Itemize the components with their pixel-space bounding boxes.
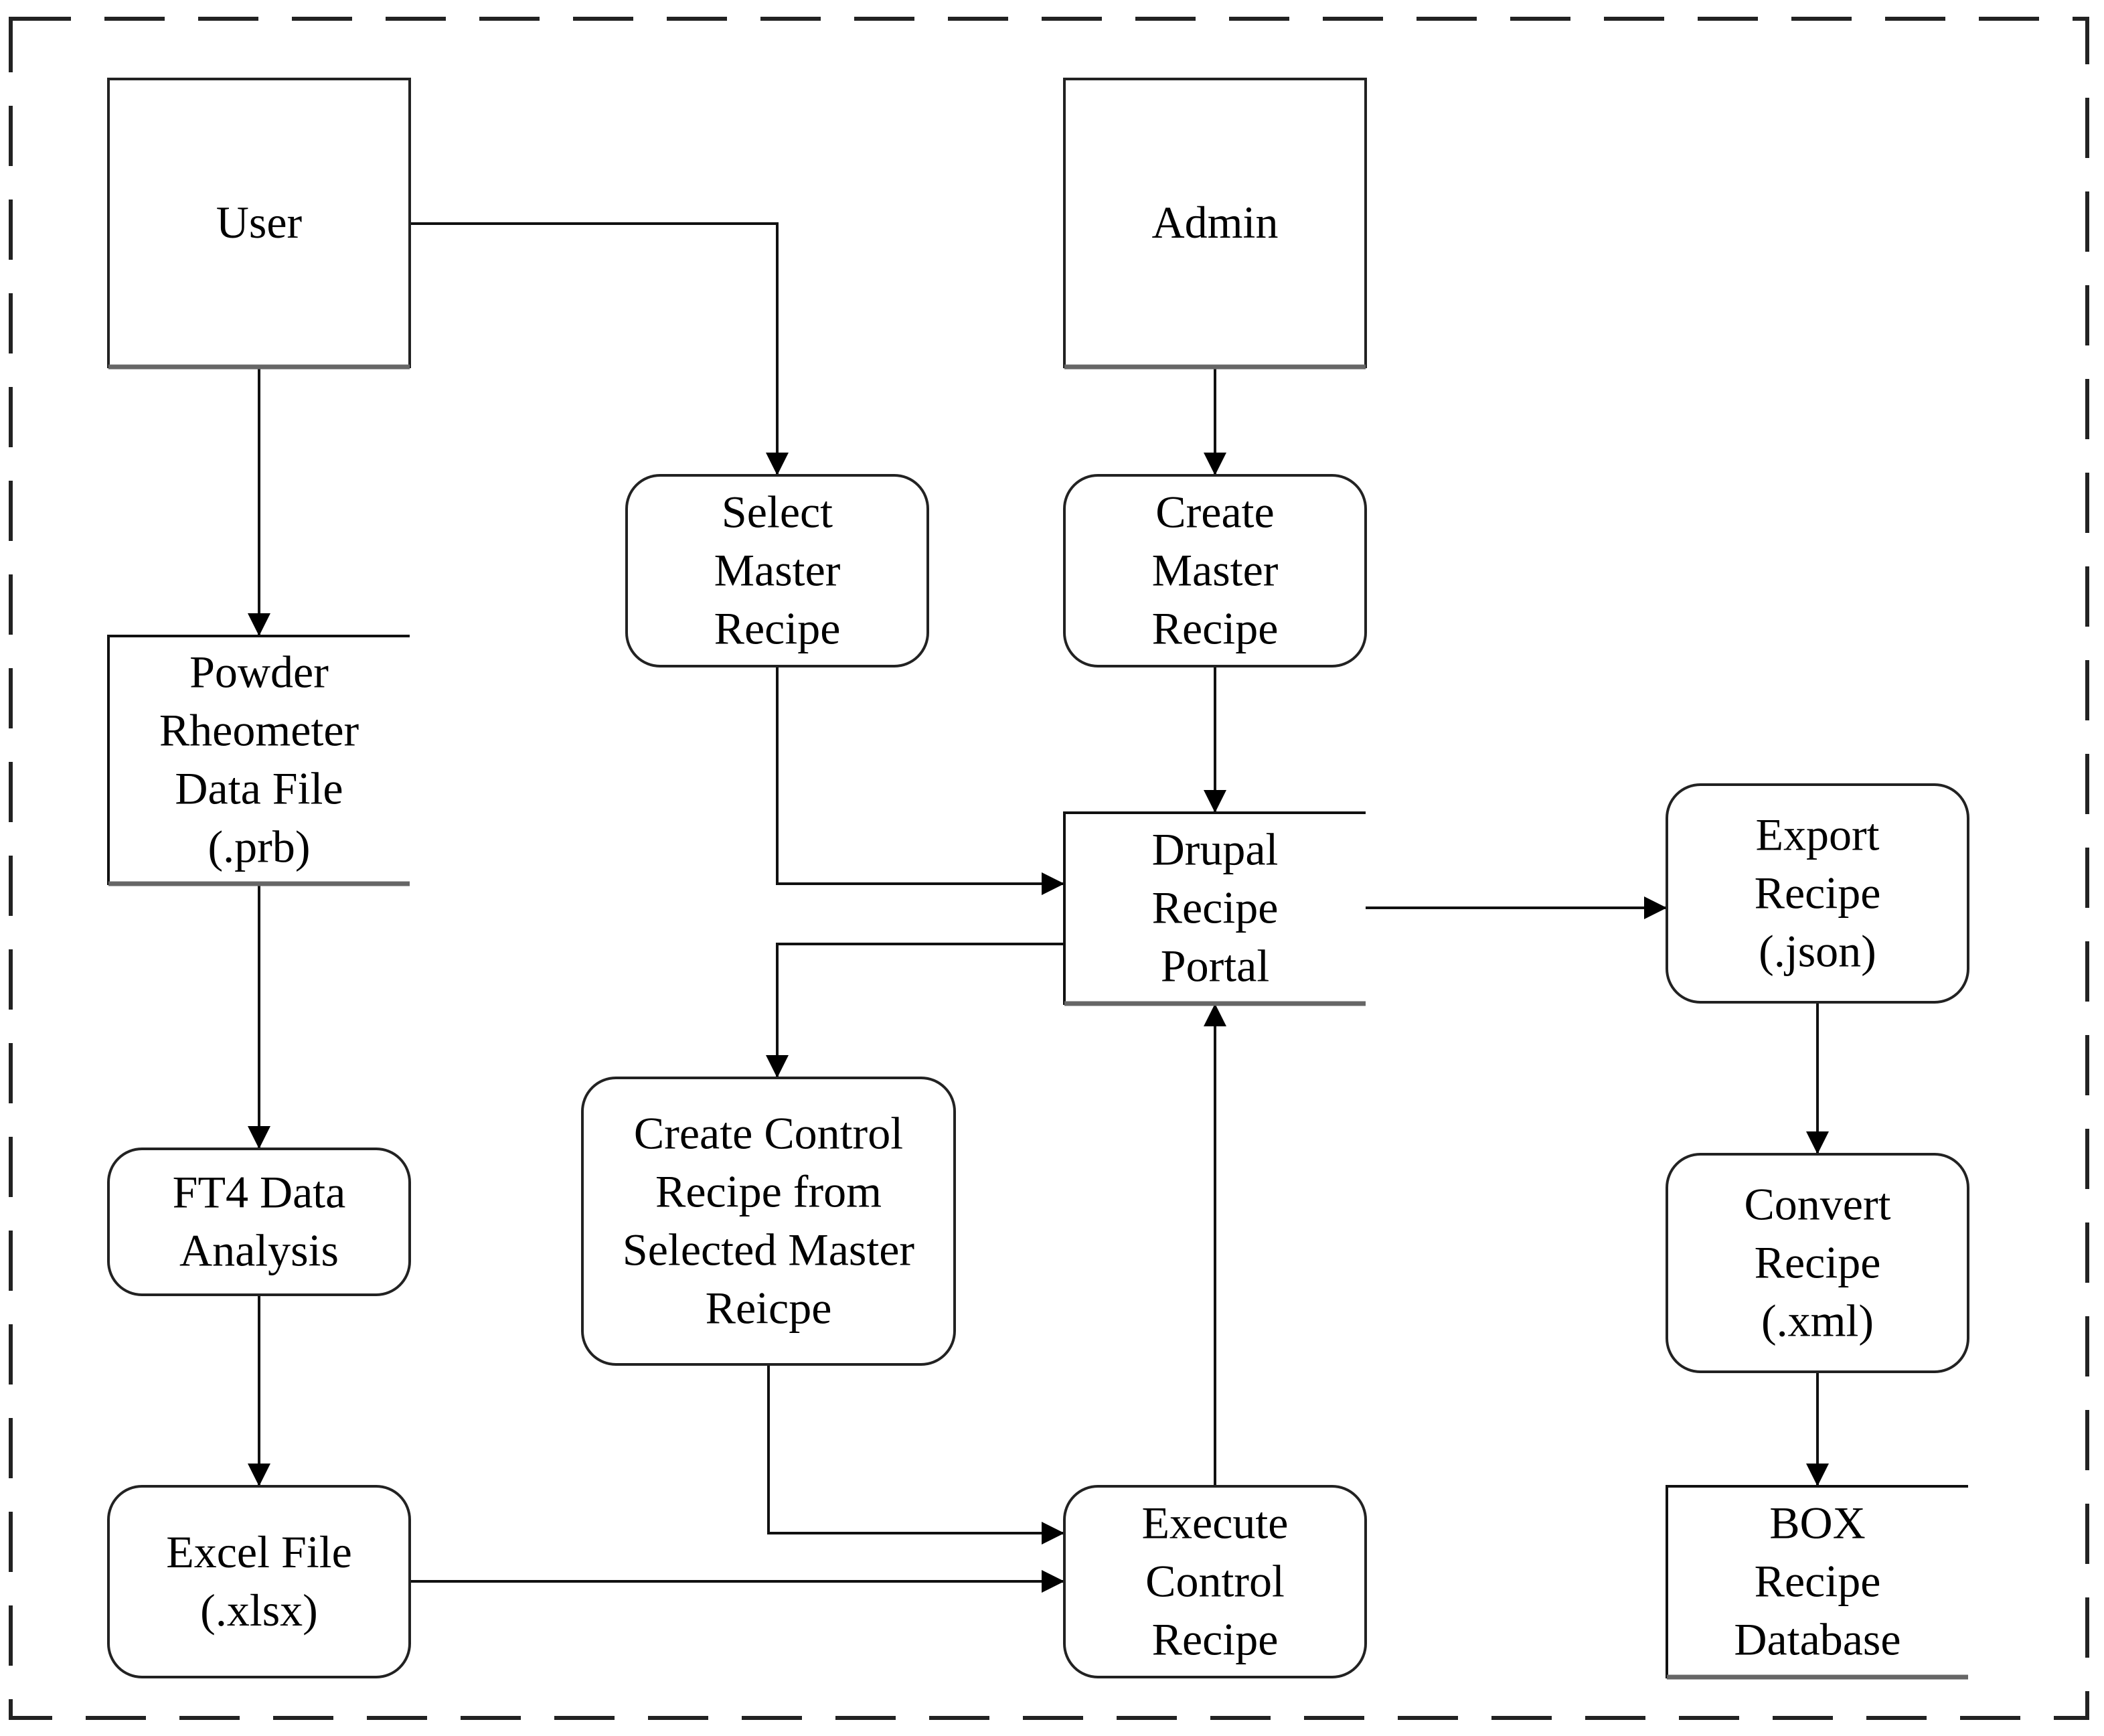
arrow-drupal-to-createcontrol: [766, 943, 1064, 1078]
node-label: Create: [1155, 487, 1274, 538]
node-label: Data File: [175, 763, 343, 814]
node-label: Execute: [1142, 1498, 1289, 1549]
node-excel: Excel File (.xlsx): [107, 1485, 411, 1678]
node-label: Admin: [1152, 197, 1279, 248]
node-export: Export Recipe (.json): [1666, 783, 1969, 1004]
node-label: (.xml): [1761, 1295, 1874, 1346]
node-execute: Execute Control Recipe: [1063, 1485, 1367, 1678]
node-label: FT4 Data: [173, 1167, 346, 1218]
node-label: Database: [1734, 1614, 1900, 1665]
node-label: Rheometer: [159, 705, 359, 756]
node-label: Recipe: [1755, 1556, 1881, 1607]
node-ft4: FT4 Data Analysis: [107, 1148, 411, 1296]
node-convert: Convert Recipe (.xml): [1666, 1153, 1969, 1373]
node-label: Excel File: [166, 1526, 352, 1577]
node-admin: Admin: [1063, 78, 1367, 370]
process-shape: [107, 1485, 411, 1678]
node-label: Master: [1152, 545, 1279, 596]
node-label: BOX: [1769, 1498, 1866, 1549]
node-label: Export: [1755, 809, 1879, 860]
node-label: Select: [722, 487, 833, 538]
node-createmaster: Create Master Recipe: [1063, 474, 1367, 667]
node-label: (.json): [1759, 926, 1876, 977]
arrow-createcontrol-to-execute: [767, 1364, 1064, 1545]
node-label: Drupal: [1152, 824, 1279, 875]
node-label: Recipe from: [655, 1166, 882, 1217]
node-label: (.prb): [208, 821, 311, 872]
node-label: Recipe: [1755, 868, 1881, 919]
node-label: Selected Master: [623, 1225, 915, 1275]
node-label: Recipe: [1152, 882, 1279, 933]
arrow-user-to-select: [410, 222, 789, 475]
node-label: Convert: [1744, 1179, 1890, 1230]
node-select: Select Master Recipe: [625, 474, 929, 667]
node-powder: Powder Rheometer Data File (.prb): [107, 635, 410, 886]
node-createcontrol: Create Control Recipe from Selected Master…: [581, 1077, 956, 1366]
node-drupal: Drupal Recipe Portal: [1063, 811, 1366, 1006]
node-label: Recipe: [1152, 603, 1279, 654]
flowchart-canvas: User Admin Powder Rheometer Data File (.prb) S…: [0, 0, 2104, 1736]
node-user: User: [107, 78, 411, 370]
node-label: Recipe: [1152, 1614, 1279, 1665]
node-label: Portal: [1161, 941, 1269, 992]
flowchart: User Admin Powder Rheometer Data File (.prb) S…: [9, 17, 2089, 1720]
node-label: Create Control: [634, 1108, 903, 1159]
node-label: Control: [1145, 1556, 1285, 1607]
node-label: (.xlsx): [200, 1585, 318, 1636]
node-label: Recipe: [714, 603, 841, 654]
node-label: User: [216, 197, 303, 248]
arrow-select-to-drupal: [776, 666, 1064, 895]
node-label: Analysis: [179, 1225, 339, 1276]
node-label: Recipe: [1755, 1237, 1881, 1288]
node-label: Reicpe: [706, 1283, 832, 1334]
node-box: BOX Recipe Database: [1666, 1485, 1968, 1680]
node-label: Powder: [189, 647, 329, 698]
node-label: Master: [714, 545, 841, 596]
